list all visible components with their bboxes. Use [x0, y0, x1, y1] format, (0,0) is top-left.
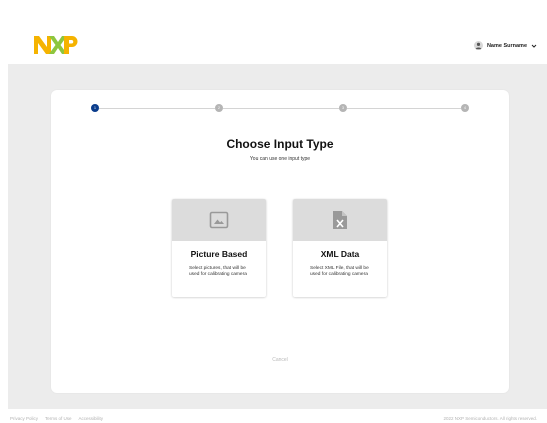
option-title: Picture Based — [190, 249, 248, 259]
step-connector — [99, 107, 215, 109]
page-title: Choose Input Type — [226, 137, 334, 151]
step-connector — [347, 107, 461, 109]
image-icon — [209, 211, 229, 229]
wizard-card: 1 2 3 4 Choose Input Type You can use on… — [51, 90, 509, 393]
xml-data-option[interactable]: XML Data Select XML File, that will be u… — [293, 199, 387, 297]
privacy-policy-link[interactable]: Privacy Policy — [10, 416, 38, 421]
user-name: Name Surname — [486, 42, 527, 49]
nxp-logo[interactable] — [34, 36, 78, 54]
step-4[interactable]: 4 — [461, 104, 469, 112]
step-1[interactable]: 1 — [91, 104, 99, 112]
user-avatar-icon — [473, 41, 483, 50]
option-title: XML Data — [320, 249, 360, 259]
step-3[interactable]: 3 — [339, 104, 347, 112]
top-bar: Name Surname — [0, 0, 547, 64]
option-description: Select XML File, that will be used for c… — [310, 266, 369, 277]
step-connector — [223, 107, 339, 109]
xml-file-icon — [333, 211, 347, 229]
copyright-text: 2022 NXP Semiconductors. All rights rese… — [443, 416, 537, 421]
cancel-button[interactable]: Cancel — [51, 357, 509, 363]
picture-based-option[interactable]: Picture Based Select pictures, that will… — [172, 199, 266, 297]
option-image-area — [172, 199, 266, 241]
terms-of-use-link[interactable]: Terms of Use — [45, 416, 72, 421]
step-2[interactable]: 2 — [215, 104, 223, 112]
option-description: Select pictures, that will be used for c… — [189, 266, 247, 277]
footer-links: Privacy Policy Terms of Use Accessibilit… — [10, 416, 103, 421]
option-image-area — [293, 199, 387, 241]
chevron-down-icon — [531, 44, 537, 48]
user-menu[interactable]: Name Surname — [473, 41, 537, 50]
page-subtitle: You can use one input type — [249, 156, 311, 162]
stepper: 1 2 3 4 — [91, 104, 469, 112]
accessibility-link[interactable]: Accessibility — [79, 416, 104, 421]
